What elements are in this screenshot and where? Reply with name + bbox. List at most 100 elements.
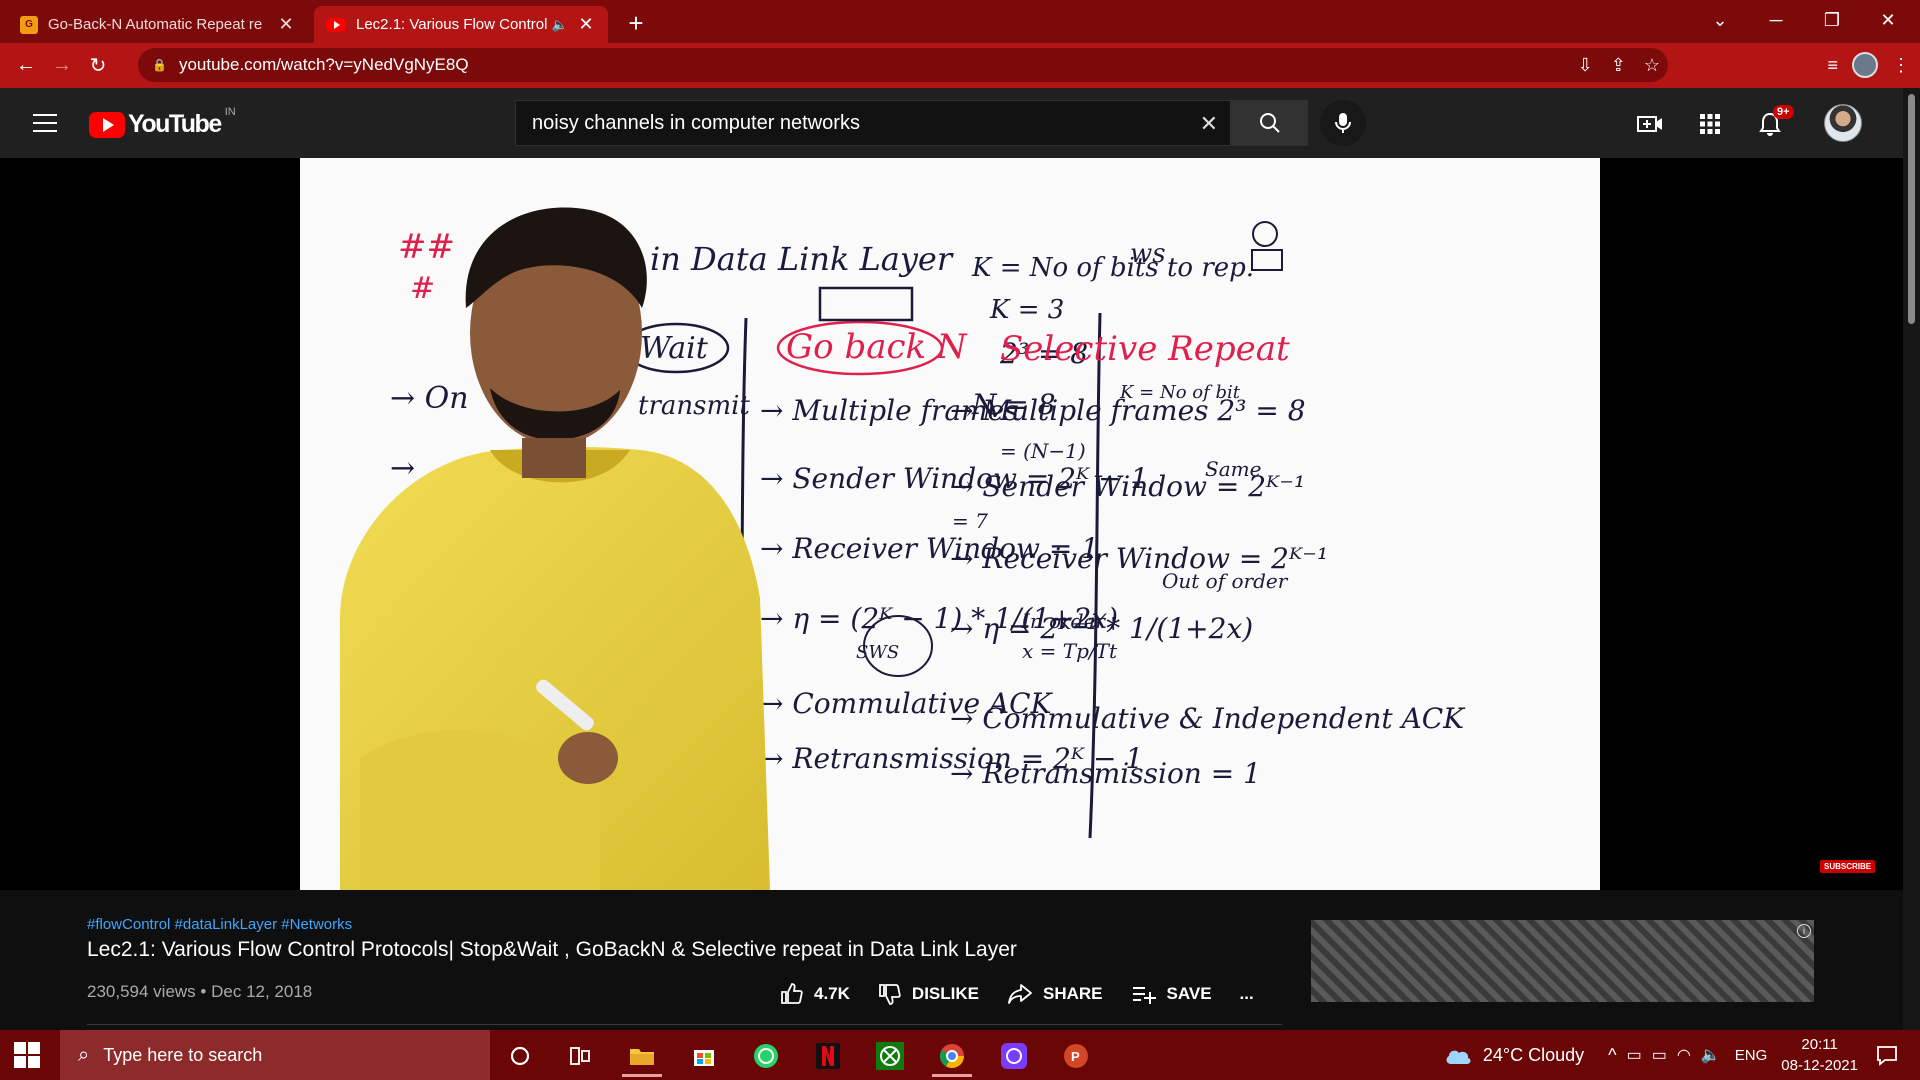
share-label: SHARE [1042, 984, 1103, 1003]
search-input[interactable]: noisy channels in computer networks ✕ [515, 100, 1231, 146]
like-count: 4.7K [814, 984, 850, 1003]
clock-date: 08-12-2021 [1781, 1057, 1858, 1074]
browser-profile-avatar[interactable] [1852, 52, 1878, 78]
chevron-up-icon[interactable]: ^ [1608, 1045, 1616, 1066]
whatsapp-icon[interactable] [740, 1035, 792, 1077]
close-icon[interactable]: ✕ [576, 14, 596, 35]
browser-tab-strip: G Go-Back-N Automatic Repeat re ✕ Lec2.1… [0, 0, 1920, 43]
col2-extra-2: = 7 [952, 509, 988, 533]
hash-mark: # [410, 271, 435, 306]
subscribe-watermark[interactable]: SUBSCRIBE [1820, 860, 1876, 873]
more-horizontal-icon: ... [1239, 984, 1254, 1003]
powerpoint-icon[interactable]: P [1050, 1035, 1102, 1077]
back-icon[interactable]: ← [8, 48, 44, 84]
share-page-icon[interactable]: ⇪ [1611, 55, 1626, 76]
col3-line-6: → Retransmission = 1 [950, 757, 1261, 790]
col1-line-3: transmit [638, 391, 750, 421]
weather-text[interactable]: 24°C Cloudy [1483, 1045, 1584, 1066]
upload-date: Dec 12, 2018 [211, 982, 313, 1001]
cortana-icon[interactable] [494, 1035, 546, 1077]
network-icon[interactable]: ▭ [1627, 1045, 1642, 1065]
voice-search-button[interactable] [1320, 100, 1366, 146]
video-meta: 230,594 views • Dec 12, 2018 [87, 982, 312, 1002]
media-control-icon[interactable]: ≡ [1827, 55, 1838, 76]
tab-search-icon[interactable]: ⌄ [1692, 0, 1748, 40]
tab-gobackn[interactable]: G Go-Back-N Automatic Repeat re ✕ [8, 6, 308, 43]
ad-banner[interactable] [1311, 920, 1814, 1002]
col1-header: Wait [640, 331, 709, 366]
svg-text:P: P [1071, 1049, 1080, 1064]
browser-menu-icon[interactable]: ⋮ [1892, 55, 1910, 76]
col3-line-1: → Multiple frames 2³ = 8 [950, 394, 1306, 427]
close-icon[interactable]: ✕ [276, 14, 296, 35]
scrollbar-thumb[interactable] [1908, 94, 1915, 324]
forward-icon[interactable]: → [44, 48, 80, 84]
page-scrollbar[interactable] [1903, 88, 1920, 1030]
language-indicator[interactable]: ENG [1735, 1047, 1768, 1064]
notifications-center-icon[interactable] [1876, 1044, 1898, 1066]
system-tray: 24°C Cloudy ^ ▭ ▭ ◠ 🔈 ENG 20:11 08-12-20… [1443, 1030, 1920, 1080]
lock-icon[interactable]: 🔒 [152, 58, 167, 72]
tab-title: Go-Back-N Automatic Repeat re [48, 16, 263, 33]
install-icon[interactable]: ⇩ [1578, 55, 1593, 76]
file-explorer-icon[interactable] [616, 1035, 668, 1077]
view-count: 230,594 views [87, 982, 196, 1001]
video-hashtags[interactable]: #flowControl #dataLinkLayer #Networks [87, 916, 352, 933]
clear-search-icon[interactable]: ✕ [1200, 111, 1218, 137]
url-text: youtube.com/watch?v=yNedVgNyE8Q [178, 55, 469, 74]
windows-taskbar: ⌕ Type here to search P 24°C Cloudy ^ ▭ … [0, 1030, 1920, 1080]
menu-icon[interactable] [33, 114, 57, 132]
video-actions: 4.7K DISLIKE SHARE SAVE ... [780, 982, 1254, 1006]
gfg-icon: G [20, 15, 38, 34]
xbox-icon[interactable] [864, 1035, 916, 1077]
col3-note-1: ws [1130, 239, 1166, 269]
wifi-icon[interactable]: ◠ [1677, 1045, 1691, 1065]
board-header: in Data Link Layer [650, 240, 954, 278]
like-button[interactable]: 4.7K [780, 982, 850, 1006]
netflix-icon[interactable] [802, 1035, 854, 1077]
col2-header: Go back N [786, 327, 968, 367]
youtube-logo-text: YouTube [128, 110, 222, 138]
close-window-icon[interactable]: ✕ [1860, 0, 1916, 40]
col2-note-2: K = 3 [989, 295, 1064, 325]
speaker-icon[interactable]: 🔈 [552, 17, 568, 33]
tab-lecture[interactable]: Lec2.1: Various Flow Control 🔈 ✕ [314, 6, 608, 43]
cloud-weather-icon[interactable] [1443, 1044, 1473, 1066]
video-player[interactable]: ## # in Data Link Layer Wait → On → tran… [0, 158, 1903, 890]
taskbar-search-placeholder: Type here to search [103, 1044, 263, 1065]
youtube-header: YouTube IN noisy channels in computer ne… [0, 88, 1920, 158]
info-icon[interactable]: i [1797, 924, 1811, 938]
clock[interactable]: 20:11 08-12-2021 [1781, 1034, 1858, 1076]
microsoft-store-icon[interactable] [678, 1035, 730, 1077]
avatar[interactable] [1824, 104, 1862, 142]
windows-start-icon[interactable] [14, 1042, 40, 1068]
youtube-logo[interactable]: YouTube IN [89, 106, 236, 139]
search-button[interactable] [1231, 100, 1308, 146]
col3-line-3: → Receiver Window = 2ᴷ⁻¹ [950, 542, 1328, 575]
hash-marks: ## [398, 227, 455, 267]
create-video-icon[interactable] [1634, 108, 1666, 140]
share-button[interactable]: SHARE [1007, 982, 1103, 1006]
battery-icon[interactable]: ▭ [1652, 1045, 1667, 1065]
more-actions-button[interactable]: ... [1240, 984, 1254, 1004]
new-tab-button[interactable]: + [620, 8, 652, 39]
screen-recorder-icon[interactable] [988, 1035, 1040, 1077]
apps-grid-icon[interactable] [1694, 108, 1726, 140]
task-view-icon[interactable] [554, 1035, 606, 1077]
save-button[interactable]: SAVE [1131, 982, 1212, 1006]
reload-icon[interactable]: ↻ [80, 48, 116, 84]
volume-icon[interactable]: 🔈 [1701, 1045, 1721, 1065]
dislike-button[interactable]: DISLIKE [878, 982, 979, 1006]
chrome-icon[interactable] [926, 1035, 978, 1077]
col2-note-1: K = No of bits to rep. [971, 253, 1254, 283]
col3-line-4: → η = 2ᴷ⁻¹ * 1/(1+2x) [950, 612, 1253, 645]
video-info-section: #flowControl #dataLinkLayer #Networks Le… [0, 890, 1903, 1030]
bookmark-star-icon[interactable]: ☆ [1644, 55, 1660, 76]
video-frame[interactable]: ## # in Data Link Layer Wait → On → tran… [300, 158, 1600, 890]
clock-time: 20:11 [1801, 1036, 1838, 1053]
minimize-icon[interactable]: ─ [1748, 0, 1804, 40]
restore-icon[interactable]: ❐ [1804, 0, 1860, 40]
microphone-icon [1335, 113, 1351, 133]
taskbar-search-box[interactable]: ⌕ Type here to search [60, 1030, 490, 1080]
address-bar[interactable]: 🔒 youtube.com/watch?v=yNedVgNyE8Q ⇩ ⇪ ☆ [138, 48, 1668, 82]
